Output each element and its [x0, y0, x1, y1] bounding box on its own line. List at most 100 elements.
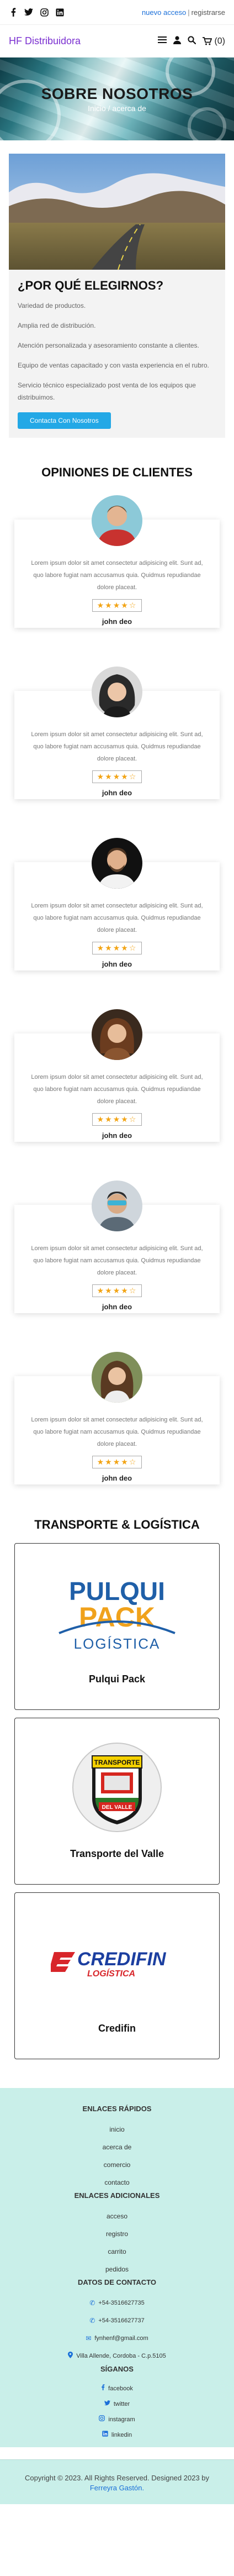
footer-link-contacto[interactable]: contacto: [0, 2174, 234, 2191]
menu-icon[interactable]: [158, 36, 167, 46]
brand-logo[interactable]: HF Distribuidora: [9, 35, 81, 47]
footer-social-twitter[interactable]: twitter: [0, 2396, 234, 2412]
footer-extra-links: ENLACES ADICIONALES acceso registro carr…: [0, 2191, 234, 2278]
rating-stars: ★★★★☆: [92, 1113, 142, 1126]
footer-quick-links: ENLACES RÁPIDOS inicio acerca de comerci…: [0, 2105, 234, 2191]
testimonials-title: OPINIONES DE CLIENTES: [41, 465, 193, 479]
author-link[interactable]: Ferreyra Gastón.: [90, 2484, 144, 2492]
footer-follow: SÍGANOS facebook twitter instagram linke…: [0, 2365, 234, 2443]
footer-section-title: ENLACES RÁPIDOS: [82, 2105, 152, 2113]
footer-link-acerca[interactable]: acerca de: [0, 2138, 234, 2156]
rating-stars: ★★★★☆: [92, 1456, 142, 1468]
review-card: Lorem ipsum dolor sit amet consectetur a…: [14, 838, 220, 970]
page-title: SOBRE NOSOTROS: [41, 85, 193, 102]
why-paragraph: Equipo de ventas capacitado y con vasta …: [18, 361, 209, 369]
register-link[interactable]: registrarse: [192, 8, 225, 17]
breadcrumb[interactable]: Inicio / acerca de: [0, 104, 234, 113]
review-text: Lorem ipsum dolor sit amet consectetur a…: [31, 1416, 203, 1447]
transport-name: Pulqui Pack: [88, 1673, 146, 1685]
footer-social-facebook[interactable]: facebook: [0, 2381, 234, 2396]
contact-button[interactable]: Contacta Con Nosotros: [18, 412, 111, 429]
review-card: Lorem ipsum dolor sit amet consectetur a…: [14, 1009, 220, 1142]
cart-icon: [203, 37, 212, 45]
avatar: [92, 1352, 142, 1403]
transport-card[interactable]: CREDIFIN LOGÍSTICA Credifin: [14, 1892, 220, 2059]
footer-link-inicio[interactable]: inicio: [0, 2121, 234, 2138]
footer-link-acceso[interactable]: acceso: [0, 2207, 234, 2225]
footer-section-title: SÍGANOS: [100, 2365, 134, 2373]
transporte-del-valle-logo: TRANSPORTE DEL VALLE: [70, 1742, 164, 1832]
review-text: Lorem ipsum dolor sit amet consectetur a…: [31, 903, 203, 933]
review-text: Lorem ipsum dolor sit amet consectetur a…: [31, 1074, 203, 1105]
footer-link-comercio[interactable]: comercio: [0, 2156, 234, 2174]
transport-card[interactable]: PULQUI PACK LOGÍSTICA Pulqui Pack: [14, 1543, 220, 1710]
why-paragraph: Amplia red de distribución.: [18, 322, 96, 329]
footer-link-pedidos[interactable]: pedidos: [0, 2260, 234, 2278]
reviewer-name: john deo: [102, 1474, 132, 1482]
footer-social-linkedin[interactable]: linkedin: [0, 2427, 234, 2443]
transport-title: TRANSPORTE & LOGÍSTICA: [34, 1518, 200, 1531]
footer-link-carrito[interactable]: carrito: [0, 2243, 234, 2260]
rating-stars: ★★★★☆: [92, 770, 142, 783]
location-pin-icon: [68, 2347, 73, 2365]
instagram-icon[interactable]: [40, 8, 49, 17]
review-text: Lorem ipsum dolor sit amet consectetur a…: [31, 560, 203, 591]
footer-link-registro[interactable]: registro: [0, 2225, 234, 2243]
footer-phone[interactable]: ✆ +54-3516627737: [0, 2312, 234, 2330]
svg-text:LOGÍSTICA: LOGÍSTICA: [87, 1968, 135, 1979]
review-card: Lorem ipsum dolor sit amet consectetur a…: [14, 1181, 220, 1313]
footer-contact: DATOS DE CONTACTO ✆ +54-3516627735 ✆ +54-3…: [0, 2278, 234, 2365]
footer-email[interactable]: ✉ fynhenf@gmail.com: [0, 2330, 234, 2347]
twitter-icon: [104, 2396, 110, 2412]
login-link[interactable]: nuevo acceso: [142, 8, 186, 17]
avatar: [92, 1181, 142, 1231]
avatar: [92, 1009, 142, 1060]
footer-social-instagram[interactable]: instagram: [0, 2412, 234, 2427]
road-landscape-image: [9, 154, 225, 270]
social-links: [9, 8, 64, 17]
avatar: [92, 667, 142, 717]
footer-section-title: ENLACES ADICIONALES: [74, 2191, 160, 2200]
review-card: Lorem ipsum dolor sit amet consectetur a…: [14, 1352, 220, 1484]
svg-text:PACK: PACK: [79, 1602, 155, 1633]
transport-section: TRANSPORTE & LOGÍSTICA PULQUI PACK LOGÍS…: [0, 1518, 234, 2059]
footer-phone[interactable]: ✆ +54-3516627735: [0, 2294, 234, 2312]
rating-stars: ★★★★☆: [92, 1284, 142, 1297]
envelope-icon: ✉: [86, 2334, 92, 2342]
transport-card[interactable]: TRANSPORTE DEL VALLE Transporte del Vall…: [14, 1718, 220, 1885]
cart-count: (0): [214, 36, 225, 46]
header-actions: (0): [158, 35, 225, 47]
svg-text:CREDIFIN: CREDIFIN: [77, 1949, 167, 1970]
reviewer-name: john deo: [102, 1303, 132, 1311]
review-card: Lorem ipsum dolor sit amet consectetur a…: [14, 667, 220, 799]
top-bar: nuevo acceso | registrarse: [0, 0, 234, 24]
cart-button[interactable]: (0): [203, 36, 225, 46]
rating-stars: ★★★★☆: [92, 942, 142, 954]
why-paragraph: Atención personalizada y asesoramiento c…: [18, 342, 199, 349]
transport-name: Credifin: [98, 2022, 136, 2034]
review-text: Lorem ipsum dolor sit amet consectetur a…: [31, 1245, 203, 1276]
why-paragraph: Variedad de productos.: [18, 302, 86, 309]
review-text: Lorem ipsum dolor sit amet consectetur a…: [31, 731, 203, 762]
credifin-logo: CREDIFIN LOGÍSTICA: [51, 1918, 183, 2006]
user-icon[interactable]: [173, 35, 182, 47]
facebook-icon[interactable]: [9, 8, 18, 17]
pulqui-pack-logo: PULQUI PACK LOGÍSTICA: [42, 1568, 192, 1657]
phone-icon: ✆: [89, 2317, 95, 2325]
svg-text:DEL VALLE: DEL VALLE: [102, 1804, 132, 1811]
facebook-icon: [101, 2381, 105, 2396]
hero-banner: SOBRE NOSOTROS Inicio / acerca de: [0, 57, 234, 140]
linkedin-icon[interactable]: [55, 8, 64, 17]
review-card: Lorem ipsum dolor sit amet consectetur a…: [14, 495, 220, 628]
avatar: [92, 495, 142, 546]
copyright: Copyright © 2023. All Rights Reserved. D…: [0, 2459, 234, 2504]
auth-links: nuevo acceso | registrarse: [142, 8, 225, 17]
reviewer-name: john deo: [102, 789, 132, 797]
footer-section-title: DATOS DE CONTACTO: [77, 2278, 157, 2286]
twitter-icon[interactable]: [24, 8, 33, 17]
svg-text:TRANSPORTE: TRANSPORTE: [94, 1759, 140, 1766]
main-header: HF Distribuidora (0): [0, 24, 234, 57]
reviewer-name: john deo: [102, 617, 132, 626]
search-icon[interactable]: [188, 35, 196, 47]
transport-name: Transporte del Valle: [70, 1848, 164, 1859]
